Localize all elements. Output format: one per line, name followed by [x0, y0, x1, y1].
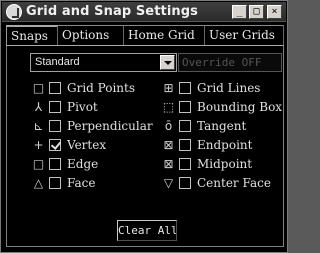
grid-lines-checkbox[interactable]	[179, 82, 191, 94]
midpoint-checkbox[interactable]	[179, 158, 191, 170]
edge-checkbox[interactable]	[49, 158, 61, 170]
bounding-box-icon: ⬚	[162, 100, 175, 114]
snap-row-grid-points: □ Grid Points	[32, 80, 157, 98]
tangent-label: Tangent	[197, 119, 247, 133]
app-icon	[6, 4, 22, 20]
snap-row-face: △ Face	[32, 175, 157, 193]
perpendicular-label: Perpendicular	[67, 119, 153, 133]
override-label: Override OFF	[182, 56, 262, 69]
face-label: Face	[67, 176, 96, 190]
clear-all-button[interactable]: Clear All	[116, 219, 178, 242]
tab-options[interactable]: Options	[58, 25, 124, 45]
midpoint-label: Midpoint	[197, 157, 253, 171]
center-face-label: Center Face	[197, 176, 271, 190]
snap-row-midpoint: ⊠ Midpoint	[162, 156, 282, 174]
pivot-icon: ⅄	[34, 100, 43, 114]
pivot-label: Pivot	[67, 100, 98, 114]
snap-row-vertex: + Vertex	[32, 137, 157, 155]
snap-row-tangent: ō Tangent	[162, 118, 282, 136]
pivot-checkbox[interactable]	[49, 101, 61, 113]
snap-row-bounding-box: ⬚ Bounding Box	[162, 99, 282, 117]
maximize-button[interactable]: □	[249, 5, 264, 19]
perpendicular-icon: ⊾	[33, 119, 44, 133]
grid-lines-label: Grid Lines	[197, 81, 261, 95]
midpoint-icon: ⊠	[163, 157, 174, 171]
bounding-box-label: Bounding Box	[197, 100, 282, 114]
edge-icon: □	[32, 157, 45, 171]
snap-row-center-face: ▽ Center Face	[162, 175, 282, 193]
center-face-checkbox[interactable]	[179, 177, 191, 189]
snap-mode-select[interactable]: Standard	[30, 53, 177, 72]
snaps-panel: Standard Override OFF □ Grid Points ⅄ Pi…	[6, 45, 284, 247]
face-icon: △	[33, 176, 44, 190]
minimize-button[interactable]: _	[232, 5, 247, 19]
tangent-checkbox[interactable]	[179, 120, 191, 132]
endpoint-icon: ⊠	[163, 138, 174, 152]
vertex-icon: +	[33, 138, 44, 152]
face-checkbox[interactable]	[49, 177, 61, 189]
center-face-icon: ▽	[163, 176, 174, 190]
edge-label: Edge	[67, 157, 99, 171]
snap-mode-value: Standard	[35, 56, 80, 68]
title-bar[interactable]: Grid and Snap Settings _ □ ×	[2, 2, 286, 22]
grid-lines-icon: ⊞	[163, 81, 174, 95]
tab-snaps[interactable]: Snaps	[6, 25, 58, 45]
tab-home-grid[interactable]: Home Grid	[124, 25, 205, 45]
snap-row-endpoint: ⊠ Endpoint	[162, 137, 282, 155]
vertex-label: Vertex	[67, 138, 107, 152]
perpendicular-checkbox[interactable]	[49, 120, 61, 132]
endpoint-checkbox[interactable]	[179, 139, 191, 151]
grid-snap-settings-window: Grid and Snap Settings _ □ × Snaps Optio…	[0, 0, 288, 253]
endpoint-label: Endpoint	[197, 138, 253, 152]
snap-row-edge: □ Edge	[32, 156, 157, 174]
grid-points-checkbox[interactable]	[49, 82, 61, 94]
window-title: Grid and Snap Settings	[26, 4, 199, 19]
bounding-box-checkbox[interactable]	[179, 101, 191, 113]
snap-row-grid-lines: ⊞ Grid Lines	[162, 80, 282, 98]
chevron-down-icon[interactable]	[160, 55, 175, 70]
vertex-checkbox[interactable]	[49, 139, 61, 151]
grid-points-icon: □	[32, 81, 45, 95]
tab-bar: Snaps Options Home Grid User Grids	[6, 25, 284, 45]
snap-row-pivot: ⅄ Pivot	[32, 99, 157, 117]
tangent-icon: ō	[164, 119, 173, 133]
grid-points-label: Grid Points	[67, 81, 136, 95]
close-button[interactable]: ×	[267, 5, 282, 19]
override-button: Override OFF	[178, 53, 282, 72]
tab-user-grids[interactable]: User Grids	[205, 25, 284, 45]
snap-row-perpendicular: ⊾ Perpendicular	[32, 118, 157, 136]
